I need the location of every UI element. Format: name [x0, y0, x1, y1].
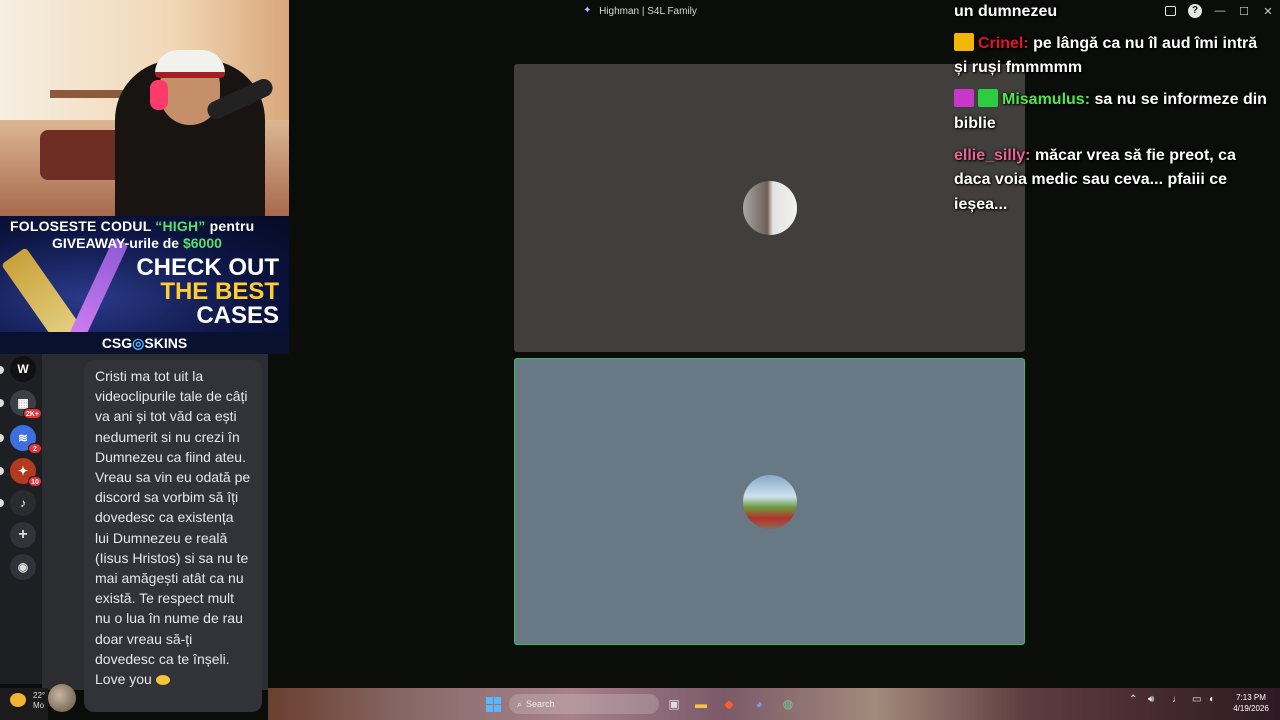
message-bubble: Cristi ma tot uit la videoclipurile tale…	[84, 360, 262, 712]
explore-icon[interactable]: ◉	[10, 554, 36, 580]
microphone-tray-icon[interactable]: ♩	[1172, 694, 1182, 705]
chat-message: Misamulus: sa nu se informeze din biblie	[954, 88, 1274, 137]
mention-badge: 10	[28, 476, 42, 487]
stream-chat-overlay: un dumnezeu Crinel: pe lângă ca nu îl au…	[954, 0, 1274, 224]
streamer-webcam	[0, 0, 289, 216]
server-wattpad-icon[interactable]: W	[10, 356, 36, 382]
chat-text: un dumnezeu	[954, 3, 1058, 20]
app-logo-icon: ✦	[583, 5, 592, 16]
mention-badge: 2K+	[22, 408, 42, 419]
unread-indicator	[0, 499, 4, 507]
chat-message: Crinel: pe lângă ca nu îl aud îmi intră …	[954, 32, 1274, 81]
network-icon[interactable]: ▭	[1192, 694, 1201, 705]
window-title: Highman | S4L Family	[599, 5, 697, 17]
search-icon: ⌕	[517, 698, 523, 709]
sponsor-cta: CHECK OUT	[136, 254, 279, 281]
sponsor-code-line: FOLOSESTE CODUL “HIGH” pentru	[10, 218, 254, 234]
message-text: Cristi ma tot uit la videoclipurile tale…	[95, 368, 251, 688]
server-glyph: ≋	[17, 431, 29, 445]
participant-avatar	[742, 181, 797, 235]
brand-logo-icon: ◎	[132, 335, 145, 351]
sponsor-banner: FOLOSESTE CODUL “HIGH” pentru GIVEAWAY-u…	[0, 216, 289, 354]
taskbar-search[interactable]: ⌕ Search	[509, 694, 659, 714]
weather-widget[interactable]: 22° Mo	[33, 691, 45, 711]
clock-time: 7:13 PM	[1236, 693, 1266, 702]
weather-text: Mo	[33, 701, 45, 710]
server-folder-icon[interactable]: ▦ 2K+	[10, 390, 42, 419]
headset-icon	[150, 80, 168, 110]
crown-badge-icon	[954, 32, 974, 51]
sponsor-code: “HIGH”	[155, 218, 206, 234]
sponsor-cta: THE BEST	[160, 278, 279, 305]
server-red-icon[interactable]: ✦ 10	[10, 458, 42, 487]
heart-hands-emoji-icon	[155, 675, 170, 686]
brand-text: SKINS	[144, 335, 188, 351]
file-explorer-icon[interactable]: ▬	[691, 694, 711, 714]
unread-indicator	[0, 399, 4, 407]
unread-indicator	[0, 467, 4, 475]
moderator-badge-icon	[954, 88, 974, 107]
task-view-icon[interactable]: ▣	[664, 694, 684, 714]
knife-icon	[67, 237, 129, 345]
volume-icon[interactable]: ◖	[1208, 694, 1214, 705]
weather-temp: 22°	[33, 691, 46, 700]
gift-badge-icon	[978, 88, 998, 107]
sponsor-brand-logo: CSG◎SKINS	[0, 332, 289, 354]
server-music-icon[interactable]: ♪	[10, 490, 36, 516]
chat-message: ellie_silly: măcar vrea să fie preot, ca…	[954, 144, 1274, 218]
chevron-up-icon[interactable]: ⌃	[1129, 694, 1137, 705]
server-glyph: W	[17, 362, 29, 376]
chat-text: sa nu se informeze din biblie	[954, 90, 1267, 133]
server-glyph: ♪	[20, 496, 26, 510]
unread-indicator	[0, 434, 4, 442]
chat-username: Misamulus:	[1002, 90, 1091, 108]
unread-indicator	[0, 366, 4, 374]
globe-app-icon[interactable]: ◍	[778, 694, 798, 714]
server-glyph: +	[18, 526, 28, 543]
server-glyph: ◉	[17, 560, 29, 574]
sponsor-cta: CASES	[196, 302, 279, 329]
sponsor-text: FOLOSESTE CODUL	[10, 218, 156, 234]
user-avatar[interactable]	[48, 684, 76, 712]
add-server-icon[interactable]: +	[10, 522, 36, 548]
sponsor-amount: $6000	[182, 235, 222, 251]
mention-badge: 2	[28, 443, 42, 454]
brave-browser-icon[interactable]: ◆	[719, 694, 739, 714]
weather-icon[interactable]	[10, 693, 26, 707]
chat-username: ellie_silly:	[954, 146, 1031, 164]
system-clock[interactable]: 7:13 PM 4/19/2026	[1226, 692, 1276, 714]
participant-tile[interactable]	[514, 64, 1025, 352]
windows-logo-icon	[485, 696, 501, 712]
server-blue-icon[interactable]: ≋ 2	[10, 425, 42, 454]
discord-icon[interactable]: ◕	[749, 694, 769, 714]
participant-tile-speaking[interactable]	[514, 358, 1025, 645]
sponsor-giveaway-line: GIVEAWAY-urile de $6000	[52, 235, 222, 251]
sponsor-text: GIVEAWAY-urile de	[52, 235, 183, 251]
server-glyph: ✦	[17, 464, 29, 478]
speaker-icon[interactable]: 🔊︎	[1148, 694, 1154, 705]
chat-message: un dumnezeu	[954, 0, 1274, 25]
webcam-cap	[155, 50, 225, 78]
clock-date: 4/19/2026	[1233, 704, 1269, 713]
screen: ✦ Highman | S4L Family ? — ☐ ✕ FOLOSESTE…	[0, 0, 1280, 720]
start-button[interactable]	[483, 694, 503, 714]
server-rail: W ▦ 2K+ ≋ 2 ✦ 10 ♪ + ◉	[0, 354, 42, 684]
participant-avatar	[742, 474, 797, 529]
brand-text: CSG	[101, 335, 133, 351]
chat-username: Crinel:	[978, 34, 1029, 52]
sponsor-text: pentru	[205, 218, 255, 234]
search-placeholder: Search	[526, 699, 555, 709]
